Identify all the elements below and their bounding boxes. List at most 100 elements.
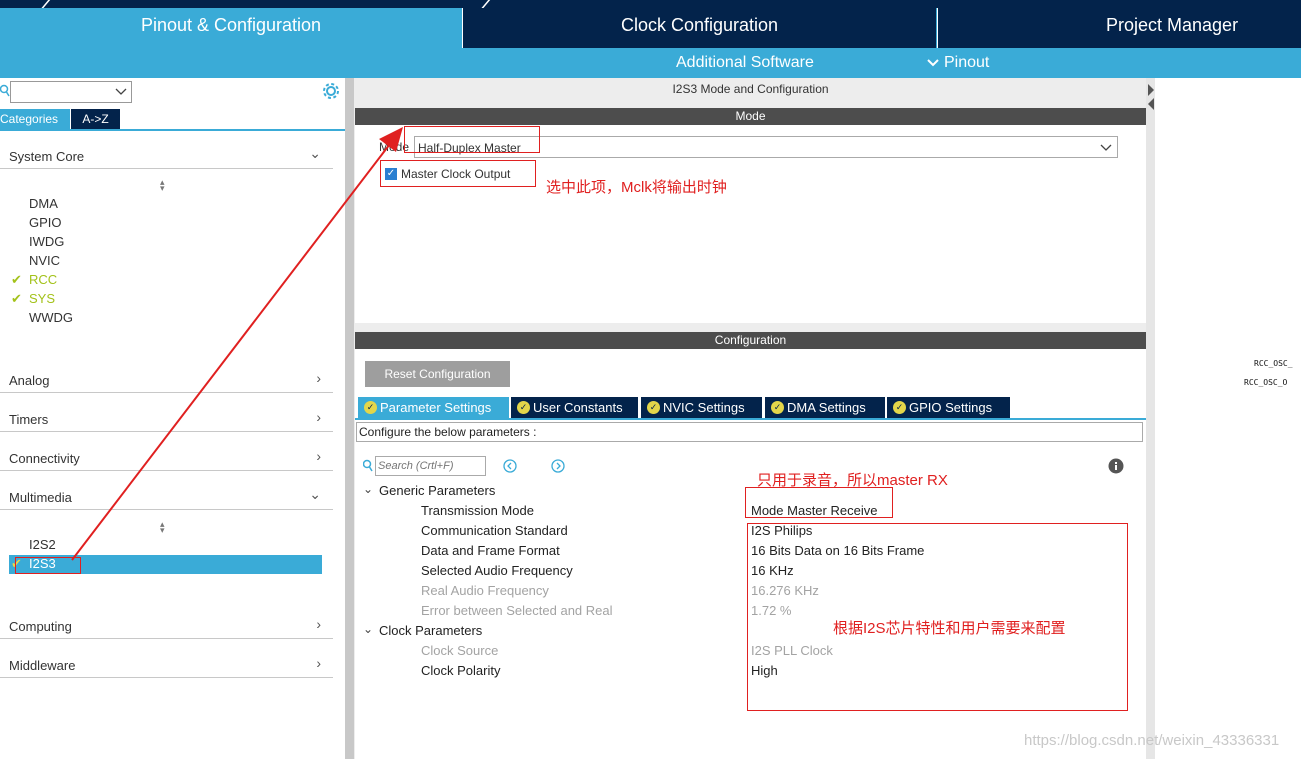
chevron-right-icon: › [316,370,321,386]
parameters-hint: Configure the below parameters : [356,422,1143,442]
category-system-core[interactable]: System Core ⌄ [0,141,333,169]
tab-underline [0,129,345,131]
sub-nav-bar: Additional Software Pinout [0,48,1301,78]
param-name: Selected Audio Frequency [421,563,573,578]
param-name: Error between Selected and Real [421,603,613,618]
tab-label: NVIC Settings [663,400,745,415]
ok-icon: ✓ [771,401,784,414]
tab-a-z[interactable]: A->Z [71,109,120,129]
categories-panel: Categories A->Z System Core ⌄ ▴ ▾ DMA GPI… [0,78,345,759]
tab-label: Parameter Settings [380,400,492,415]
chevron-down-icon[interactable]: ⌄ [363,482,373,496]
category-connectivity[interactable]: Connectivity › [0,443,333,471]
splitter[interactable] [345,78,354,759]
ok-icon: ✓ [893,401,906,414]
param-name: Transmission Mode [421,503,534,518]
chevron-right-icon: › [316,655,321,671]
search-icon [0,84,10,97]
tab-label: GPIO Settings [909,400,993,415]
param-name: Real Audio Frequency [421,583,549,598]
param-name: Clock Source [421,643,499,658]
category-analog[interactable]: Analog › [0,365,333,393]
pinout-menu[interactable]: Pinout [926,48,989,78]
tab-project-manager[interactable]: Project Manager [937,8,1301,48]
category-label: Connectivity [9,451,80,466]
annotation-config: 根据I2S芯片特性和用户需要来配置 [833,620,1066,637]
tab-user-constants[interactable]: ✓ User Constants [511,397,638,418]
chevron-down-icon [1100,144,1112,151]
category-middleware[interactable]: Middleware › [0,650,333,678]
top-strip [0,0,1301,12]
list-item-i2s2[interactable]: I2S2 [29,537,56,552]
category-label: Computing [9,619,72,634]
tab-label: DMA Settings [787,400,866,415]
pinout-view: RCC_OSC_ RCC_OSC_O [1155,78,1301,759]
search-icon [363,459,373,472]
list-item-gpio[interactable]: GPIO [29,215,62,230]
watermark: https://blog.csdn.net/weixin_43336331 [1024,732,1280,749]
param-name: Communication Standard [421,523,568,538]
info-icon[interactable] [1108,458,1124,474]
tab-parameter-settings[interactable]: ✓ Parameter Settings [358,397,509,418]
tab-dma-settings[interactable]: ✓ DMA Settings [765,397,885,418]
pinout-menu-label: Pinout [944,54,990,71]
panel-title: I2S3 Mode and Configuration [672,82,829,96]
list-item-wwdg[interactable]: WWDG [29,310,73,325]
next-icon[interactable] [551,459,565,473]
annotation-box [404,126,540,153]
list-item-nvic[interactable]: NVIC [29,253,60,268]
category-label: Analog [9,373,50,388]
chevron-down-icon: ⌄ [309,145,321,161]
tab-nvic-settings[interactable]: ✓ NVIC Settings [641,397,762,418]
list-item-iwdg[interactable]: IWDG [29,234,64,249]
tab-pinout-configuration[interactable]: Pinout & Configuration [0,8,462,48]
list-item-rcc[interactable]: RCC [29,272,57,287]
chevron-right-icon: › [316,616,321,632]
configuration-section-header: Configuration [355,332,1146,349]
sort-icon[interactable]: ▴ ▾ [160,178,165,193]
annotation-box [15,557,81,574]
list-item-dma[interactable]: DMA [29,196,58,211]
list-item-sys[interactable]: SYS [29,291,55,306]
parameter-search-input[interactable] [375,456,486,476]
splitter[interactable] [1146,78,1155,759]
pin-label: RCC_OSC_O [1244,378,1288,387]
chevron-right-icon: › [316,409,321,425]
group-generic-parameters[interactable]: Generic Parameters [379,483,495,498]
chevron-down-icon[interactable]: ⌄ [363,622,373,636]
additional-software-link[interactable]: Additional Software [676,48,814,78]
param-name: Data and Frame Format [421,543,560,558]
reset-configuration-button[interactable]: Reset Configuration [365,361,510,387]
previous-icon[interactable] [503,459,517,473]
annotation-box [745,487,893,518]
tab-clock-configuration[interactable]: Clock Configuration [462,8,936,48]
tab-underline [355,418,1146,420]
annotation-box [380,160,536,187]
category-multimedia[interactable]: Multimedia ⌄ [0,482,333,510]
category-label: System Core [9,149,85,164]
tab-categories[interactable]: Categories [0,109,70,129]
sort-icon[interactable]: ▴ ▾ [160,520,165,535]
group-clock-parameters[interactable]: Clock Parameters [379,623,482,638]
chevron-right-icon: › [316,448,321,464]
chevron-down-icon: ⌄ [309,486,321,502]
param-name: Clock Polarity [421,663,501,678]
check-icon: ✔ [11,291,22,306]
gear-icon[interactable] [322,82,340,100]
ok-icon: ✓ [647,401,660,414]
tab-gpio-settings[interactable]: ✓ GPIO Settings [887,397,1010,418]
pin-label: RCC_OSC_ [1254,359,1293,368]
category-computing[interactable]: Computing › [0,611,333,639]
search-combo[interactable] [10,81,132,103]
annotation-mclk: 选中此项，Mclk将输出时钟 [546,179,727,196]
ok-icon: ✓ [517,401,530,414]
chevron-down-icon [115,88,127,95]
category-label: Middleware [9,658,76,673]
ok-icon: ✓ [364,401,377,414]
mode-section-header: Mode [355,108,1146,125]
category-label: Multimedia [9,490,72,505]
collapse-arrows-icon[interactable] [1146,82,1155,112]
check-icon: ✔ [11,272,22,287]
tab-label: User Constants [533,400,623,415]
category-timers[interactable]: Timers › [0,404,333,432]
